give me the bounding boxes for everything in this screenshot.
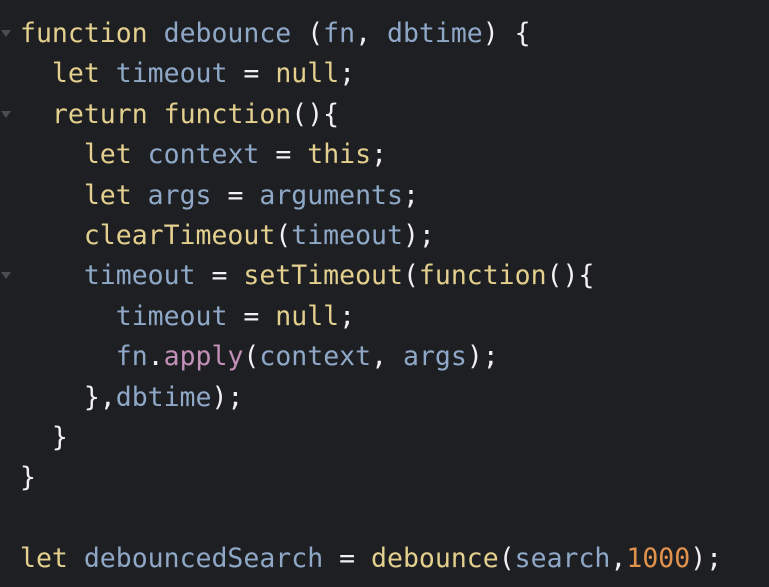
code-token: ;: [339, 58, 356, 90]
code-token: debouncedSearch: [83, 543, 324, 575]
code-token: null: [275, 58, 340, 90]
code-token: ,: [355, 18, 388, 49]
code-token: .: [147, 341, 164, 373]
code-token: =: [227, 300, 276, 332]
code-token: fn: [323, 18, 356, 49]
code-token: ,: [371, 341, 403, 373]
code-line[interactable]: }: [20, 458, 769, 498]
code-token: 1000: [626, 543, 691, 575]
code-token: dbtime: [115, 381, 212, 413]
code-token: timeout: [115, 300, 228, 332]
code-line[interactable]: let context = this;: [20, 135, 769, 175]
code-line[interactable]: timeout = setTimeout(function(){: [1, 256, 769, 296]
code-token: let: [83, 139, 132, 171]
code-token: (){: [546, 260, 595, 292]
fold-arrow-icon[interactable]: [1, 30, 11, 37]
code-token: this: [307, 139, 372, 171]
code-token: context: [259, 341, 372, 373]
code-token: );: [690, 543, 723, 575]
code-token: let: [20, 543, 68, 575]
code-line[interactable]: let timeout = null;: [20, 54, 769, 94]
code-token: debounce: [163, 18, 292, 49]
code-token: =: [259, 139, 308, 171]
code-token: },: [20, 381, 116, 413]
code-token: );: [402, 219, 435, 251]
code-token: ;: [371, 139, 388, 171]
code-token: );: [466, 341, 499, 373]
code-token: }: [20, 462, 36, 494]
code-line[interactable]: let args = arguments;: [20, 176, 769, 216]
code-token: context: [147, 139, 260, 171]
code-line[interactable]: clearTimeout(timeout);: [20, 216, 769, 256]
code-token: (: [291, 18, 324, 49]
code-line[interactable]: }: [20, 418, 769, 458]
code-line[interactable]: return function(){: [1, 95, 769, 135]
code-token: search: [514, 543, 611, 575]
code-line[interactable]: timeout = null;: [20, 297, 769, 337]
code-token: ;: [339, 300, 356, 332]
code-token: setTimeout: [243, 260, 403, 292]
code-token: (){: [291, 98, 340, 130]
code-token: ) {: [482, 18, 531, 49]
code-token: =: [211, 179, 260, 211]
code-token: timeout: [291, 219, 403, 251]
code-token: clearTimeout: [83, 219, 276, 251]
code-token: function: [20, 18, 148, 49]
code-token: timeout: [115, 58, 228, 90]
code-line[interactable]: },dbtime);: [20, 378, 769, 418]
code-line[interactable]: let debouncedSearch = debounce(search,10…: [20, 539, 769, 579]
fold-arrow-icon[interactable]: [1, 110, 11, 118]
fold-arrow-icon[interactable]: [1, 272, 11, 280]
code-token: function: [163, 98, 292, 130]
code-token: dbtime: [387, 18, 483, 49]
code-token: function: [418, 260, 547, 292]
code-token: );: [211, 381, 244, 413]
code-line[interactable]: fn.apply(context, args);: [20, 337, 769, 377]
code-token: =: [195, 260, 244, 292]
code-token: args: [147, 179, 212, 211]
code-token: =: [227, 58, 276, 90]
code-token: ;: [402, 179, 419, 211]
code-token: let: [51, 58, 100, 90]
code-token: (: [243, 341, 260, 373]
code-token: =: [323, 543, 372, 575]
code-token: let: [83, 179, 132, 211]
code-token: null: [275, 300, 340, 332]
code-token: (: [275, 219, 292, 251]
code-token: return: [51, 98, 148, 130]
code-token: arguments: [259, 179, 403, 211]
code-token: timeout: [83, 260, 196, 292]
code-line[interactable]: function debounce (fn, dbtime) {: [1, 14, 769, 54]
code-token: }: [20, 421, 68, 453]
code-token: fn: [115, 341, 148, 373]
code-token: args: [402, 341, 467, 373]
code-token: (: [402, 260, 419, 292]
code-token: ,: [610, 543, 627, 575]
code-token: apply: [163, 341, 244, 373]
code-line[interactable]: [20, 499, 769, 539]
code-token: (: [498, 543, 515, 575]
code-token: debounce: [371, 543, 499, 575]
code-editor[interactable]: function debounce (fn, dbtime) { let tim…: [0, 0, 769, 587]
